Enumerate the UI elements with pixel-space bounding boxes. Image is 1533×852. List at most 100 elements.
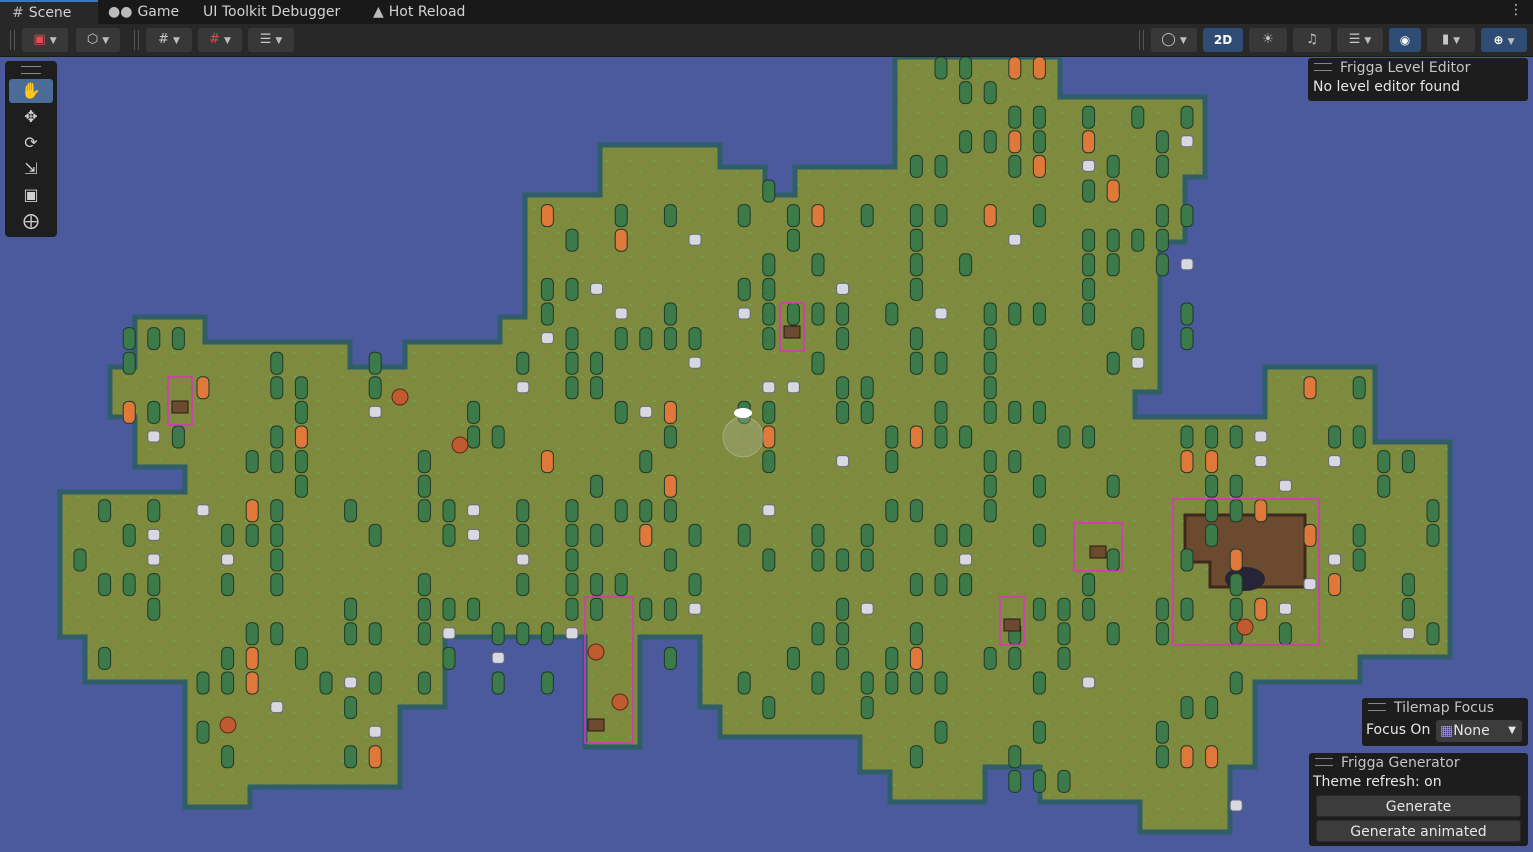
tree-tile [417,573,431,597]
tree-tile [811,204,825,228]
tree-tile [1180,425,1194,449]
rock-tile [442,627,456,640]
tree-tile [860,400,874,424]
tree-tile [909,204,923,228]
tree-tile [98,646,112,670]
rock-tile [1008,233,1022,246]
draw-mode-button[interactable]: ▣ ▼ [22,28,68,52]
tree-tile [1082,105,1096,129]
rotate-tool-button[interactable]: ⟳ [9,131,53,155]
lighting-toggle-button[interactable]: ☀ [1249,28,1287,52]
rock-tile [1229,799,1243,812]
tree-tile [270,573,284,597]
rock-tile [1082,159,1096,172]
tree-tile [1180,745,1194,769]
palette-grip[interactable] [21,66,41,74]
tree-tile [786,646,800,670]
tree-tile [614,400,628,424]
tree-tile [663,646,677,670]
tree-tile [762,400,776,424]
grid-snap-button[interactable]: # ▼ [146,28,192,52]
more-options-icon[interactable]: ⋮ [1509,2,1523,18]
move-tool-button[interactable]: ✥ [9,105,53,129]
tree-tile [811,548,825,572]
tree-tile [1032,400,1046,424]
tree-tile [663,327,677,351]
tree-tile [1254,499,1268,523]
tree-tile [1082,253,1096,277]
tree-tile [319,671,333,695]
tree-tile [983,499,997,523]
increment-snap-button[interactable]: # ▼ [198,28,242,52]
scale-icon: ⇲ [24,159,38,178]
scene-viewport[interactable] [0,57,1533,852]
effects-button[interactable]: ☰ ▼ [1337,28,1383,52]
tree-tile [1352,376,1366,400]
toolbar-grip[interactable] [10,30,15,50]
overlay-title[interactable]: Frigga Generator [1309,753,1460,773]
tree-tile [344,597,358,621]
tree-tile [860,376,874,400]
rock-tile [860,602,874,615]
shading-mode-button[interactable]: ◯ ▼ [1151,28,1197,52]
audio-toggle-button[interactable]: ♫ [1293,28,1331,52]
tree-tile [983,400,997,424]
chevron-down-icon: ▼ [1507,37,1515,47]
tree-tile [1155,597,1169,621]
tree-tile [1131,327,1145,351]
rect-icon: ▣ [23,185,39,204]
tree-tile [885,425,899,449]
generate-button[interactable]: Generate [1316,795,1521,817]
chest-tile [171,400,189,414]
tree-tile [442,646,456,670]
generate-animated-button[interactable]: Generate animated [1316,820,1521,842]
tree-tile [909,154,923,178]
toolbar-grip[interactable] [1139,30,1144,50]
rect-tool-button[interactable]: ▣ [9,183,53,207]
tree-tile [1229,548,1243,572]
hand-tool-button[interactable]: ✋ [9,79,53,103]
grid-visibility-button[interactable]: ☰ ▼ [248,28,294,52]
tree-tile [934,671,948,695]
render-mode-button[interactable]: ⬡ ▼ [76,28,120,52]
tab-game[interactable]: ●● Game [108,0,179,24]
scale-tool-button[interactable]: ⇲ [9,157,53,181]
tree-tile [270,425,284,449]
gizmos-button[interactable]: ⊕ ▼ [1481,28,1527,52]
overlay-title[interactable]: Tilemap Focus [1362,698,1494,718]
mode-2d-button[interactable]: 2D [1203,28,1243,52]
tree-tile [934,351,948,375]
scene-visibility-button[interactable]: ◉ [1389,28,1421,52]
tree-tile [786,204,800,228]
camera-button[interactable]: ▮ ▼ [1427,28,1475,52]
tree-tile [1155,130,1169,154]
tree-tile [909,622,923,646]
tree-tile [1155,228,1169,252]
tree-tile [614,573,628,597]
rock-tile [1328,553,1342,566]
tab-hot-reload[interactable]: ▲ Hot Reload [373,0,465,24]
tree-tile [368,376,382,400]
tilemap-icon: ▦ [1440,723,1454,739]
rock-tile [737,307,751,320]
chest-tile [1089,545,1107,559]
transform-tool-button[interactable]: ⨁ [9,209,53,233]
tree-tile [417,499,431,523]
tree-tile [417,622,431,646]
rock-tile [368,725,382,738]
tab-scene[interactable]: # Scene [0,0,98,24]
focus-on-dropdown[interactable]: ▦None ▼ [1436,720,1522,742]
tree-tile [934,573,948,597]
tree-tile [811,253,825,277]
tree-tile [1106,622,1120,646]
tree-tile [1008,302,1022,326]
toolbar-grip[interactable] [134,30,139,50]
tree-tile [663,474,677,498]
tab-ui-toolkit-debugger[interactable]: UI Toolkit Debugger [203,0,340,24]
tree-tile [1229,671,1243,695]
overlay-title[interactable]: Frigga Level Editor [1308,58,1470,78]
tree-tile [1106,154,1120,178]
tree-tile [147,499,161,523]
tree-tile [860,696,874,720]
tree-tile [909,228,923,252]
